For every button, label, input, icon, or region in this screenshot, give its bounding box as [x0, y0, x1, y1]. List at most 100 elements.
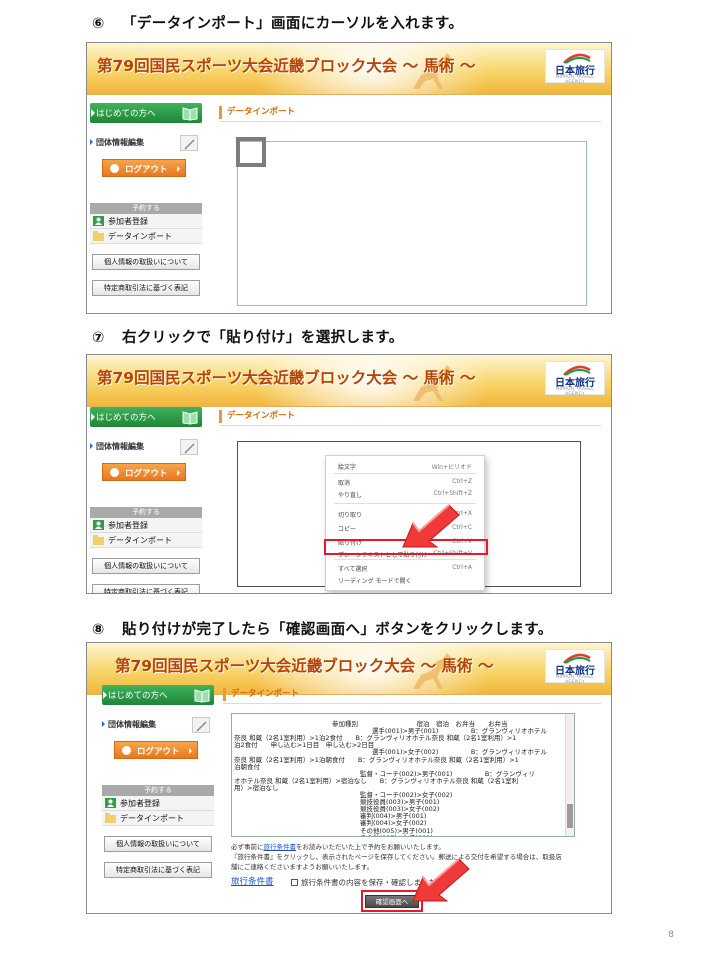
sidebar-item-data-import[interactable]: データインポート: [90, 533, 202, 548]
logout-button[interactable]: ログアウト: [102, 159, 186, 177]
screenshot-step-6: 第79回国民スポーツ大会近畿ブロック大会 ～ 馬術 ～ 日本旅行 NIPPON …: [86, 42, 612, 314]
notice-line-3: 舗にご連絡くださいますようお願いいたします。: [231, 863, 374, 871]
agree-checkbox[interactable]: [291, 879, 298, 886]
logout-label: ログアウト: [125, 165, 168, 175]
menu-item-label: 絵文字: [338, 464, 357, 471]
import-textarea[interactable]: [237, 141, 587, 306]
context-menu-item[interactable]: 絵文字 Win+ピリオド: [338, 462, 472, 472]
triangle-icon: [103, 691, 107, 699]
dept-label: 団体情報編集: [96, 138, 144, 147]
title-bar: [223, 688, 226, 701]
menu-item-label: 切り取り: [338, 512, 363, 519]
logo-subtext: NIPPON TRAVEL AGENCY: [556, 675, 594, 685]
divider: [223, 703, 601, 704]
dept-box: 団体情報編集 ログアウト: [102, 715, 214, 771]
sidebar-item-participant[interactable]: 参加者登録: [90, 518, 202, 533]
first-time-label: はじめての方へ: [108, 691, 168, 701]
nippon-travel-logo: 日本旅行 NIPPON TRAVEL AGENCY: [545, 361, 605, 397]
logout-button[interactable]: ログアウト: [102, 463, 186, 481]
menu-item-label: やり直し: [338, 492, 363, 499]
section-title: データインポート: [219, 409, 611, 425]
context-menu-item[interactable]: やり直し Ctrl+Shift+Z: [338, 490, 472, 500]
main-content: データインポート その他(005)>女子(002)その他(005)>男子(001…: [223, 687, 611, 912]
scrollbar-thumb[interactable]: [567, 804, 573, 828]
menu-item-label: リーディング モードで開く: [338, 578, 412, 585]
dept-edit-link[interactable]: 団体情報編集: [90, 137, 144, 148]
tokusho-button[interactable]: 特定商取引法に基づく表記: [92, 584, 200, 593]
step-number: ⑧: [92, 622, 105, 638]
tokusho-button[interactable]: 特定商取引法に基づく表記: [104, 862, 212, 878]
first-time-nav[interactable]: はじめての方へ: [90, 103, 202, 123]
privacy-button[interactable]: 個人情報の取扱いについて: [104, 836, 212, 852]
screenshot-step-7: 第79回国民スポーツ大会近畿ブロック大会 ～ 馬術 ～ 日本旅行 NIPPON …: [86, 354, 612, 594]
step-text: 貼り付けが完了したら「確認画面へ」ボタンをクリックします。: [122, 622, 553, 638]
menu-item-label: 取消: [338, 480, 351, 487]
section-title: データインポート: [223, 687, 611, 703]
sidebar-item-data-import[interactable]: データインポート: [102, 811, 214, 826]
page-number: 8: [668, 930, 674, 940]
tokusho-button[interactable]: 特定商取引法に基づく表記: [92, 280, 200, 296]
menu-separator: [334, 473, 476, 474]
step-8-caption: ⑧ 貼り付けが完了したら「確認画面へ」ボタンをクリックします。: [92, 618, 553, 639]
menu-item-shortcut: Ctrl+Z: [452, 478, 472, 485]
caret-right-icon: [177, 166, 180, 172]
dept-box: 団体情報編集 ログアウト: [90, 437, 202, 493]
import-textarea-filled[interactable]: その他(005)>女子(002)その他(005)>男子(001)審判(004)>…: [231, 713, 575, 837]
pencil-icon[interactable]: [180, 439, 198, 455]
caret-right-icon: [189, 748, 192, 754]
title-bar: [219, 106, 222, 119]
triangle-icon: [90, 139, 93, 145]
banner-title: 第79回国民スポーツ大会近畿ブロック大会 ～ 馬術 ～: [97, 57, 476, 75]
dept-box: 団体情報編集 ログアウト: [90, 133, 202, 189]
pasted-text-line: 参加種別 宿泊 宿泊 お弁当 お弁当: [332, 720, 508, 728]
cursor-focus-marker: [236, 137, 266, 167]
step-text: 「データインポート」画面にカーソルを入れます。: [122, 16, 464, 32]
logout-label: ログアウト: [137, 747, 180, 757]
pencil-icon[interactable]: [180, 135, 198, 151]
reserve-header: 予約する: [102, 785, 214, 796]
privacy-button[interactable]: 個人情報の取扱いについて: [92, 558, 200, 574]
sidebar-item-data-import[interactable]: データインポート: [90, 229, 202, 244]
dept-edit-link[interactable]: 団体情報編集: [102, 719, 156, 730]
context-menu-item[interactable]: すべて選択 Ctrl+A: [338, 564, 472, 574]
sidebar-item-participant[interactable]: 参加者登録: [102, 796, 214, 811]
screenshot-step-8: 第79回国民スポーツ大会近畿ブロック大会 ～ 馬術 ～ 日本旅行 NIPPON …: [86, 642, 612, 914]
pointer-arrow-icon: [412, 858, 470, 902]
dept-edit-link[interactable]: 団体情報編集: [90, 441, 144, 452]
context-menu-item[interactable]: リーディング モードで開く: [338, 576, 472, 586]
logout-button[interactable]: ログアウト: [114, 741, 198, 759]
privacy-button[interactable]: 個人情報の取扱いについて: [92, 254, 200, 270]
data-import-label: データインポート: [108, 232, 172, 241]
menu-item-label: すべて選択: [338, 566, 368, 573]
menu-item-label: コピー: [338, 526, 357, 533]
logo-subtext: NIPPON TRAVEL AGENCY: [556, 387, 594, 397]
first-time-label: はじめての方へ: [96, 413, 156, 423]
triangle-icon: [91, 109, 95, 117]
section-title-text: データインポート: [231, 689, 300, 699]
terms-link[interactable]: 旅行条件書: [231, 875, 274, 887]
terms-inline-link[interactable]: 旅行条件書: [264, 843, 297, 851]
dept-label: 団体情報編集: [96, 442, 144, 451]
sidebar-item-participant[interactable]: 参加者登録: [90, 214, 202, 229]
person-icon: [93, 520, 104, 530]
section-title: データインポート: [219, 105, 611, 121]
notice-text: をお読みいただいた上で予約をお願いいたします。: [296, 843, 445, 851]
logout-icon: [122, 746, 131, 755]
open-book-icon: [194, 689, 210, 703]
main-content: データインポート: [219, 105, 611, 306]
divider: [219, 425, 601, 426]
first-time-nav[interactable]: はじめての方へ: [102, 685, 214, 705]
notice-line-2: 『旅行条件書』をクリックし、表示されたページを保存してください。郵送による交付を…: [231, 853, 562, 861]
folder-icon: [105, 813, 116, 823]
textarea-scrollbar[interactable]: [565, 714, 574, 836]
caret-right-icon: [177, 470, 180, 476]
triangle-icon: [90, 443, 93, 449]
pasted-text-line: 監督・コーチ(002)>男子(001) B：グランヴィリ: [360, 769, 535, 778]
pencil-icon[interactable]: [192, 717, 210, 733]
step-7-caption: ⑦ 右クリックで「貼り付け」を選択します。: [92, 326, 404, 347]
first-time-nav[interactable]: はじめての方へ: [90, 407, 202, 427]
menu-item-shortcut: Ctrl+Shift+Z: [433, 490, 472, 497]
person-icon: [105, 798, 116, 808]
triangle-icon: [102, 721, 105, 727]
context-menu-item[interactable]: 取消 Ctrl+Z: [338, 478, 472, 488]
